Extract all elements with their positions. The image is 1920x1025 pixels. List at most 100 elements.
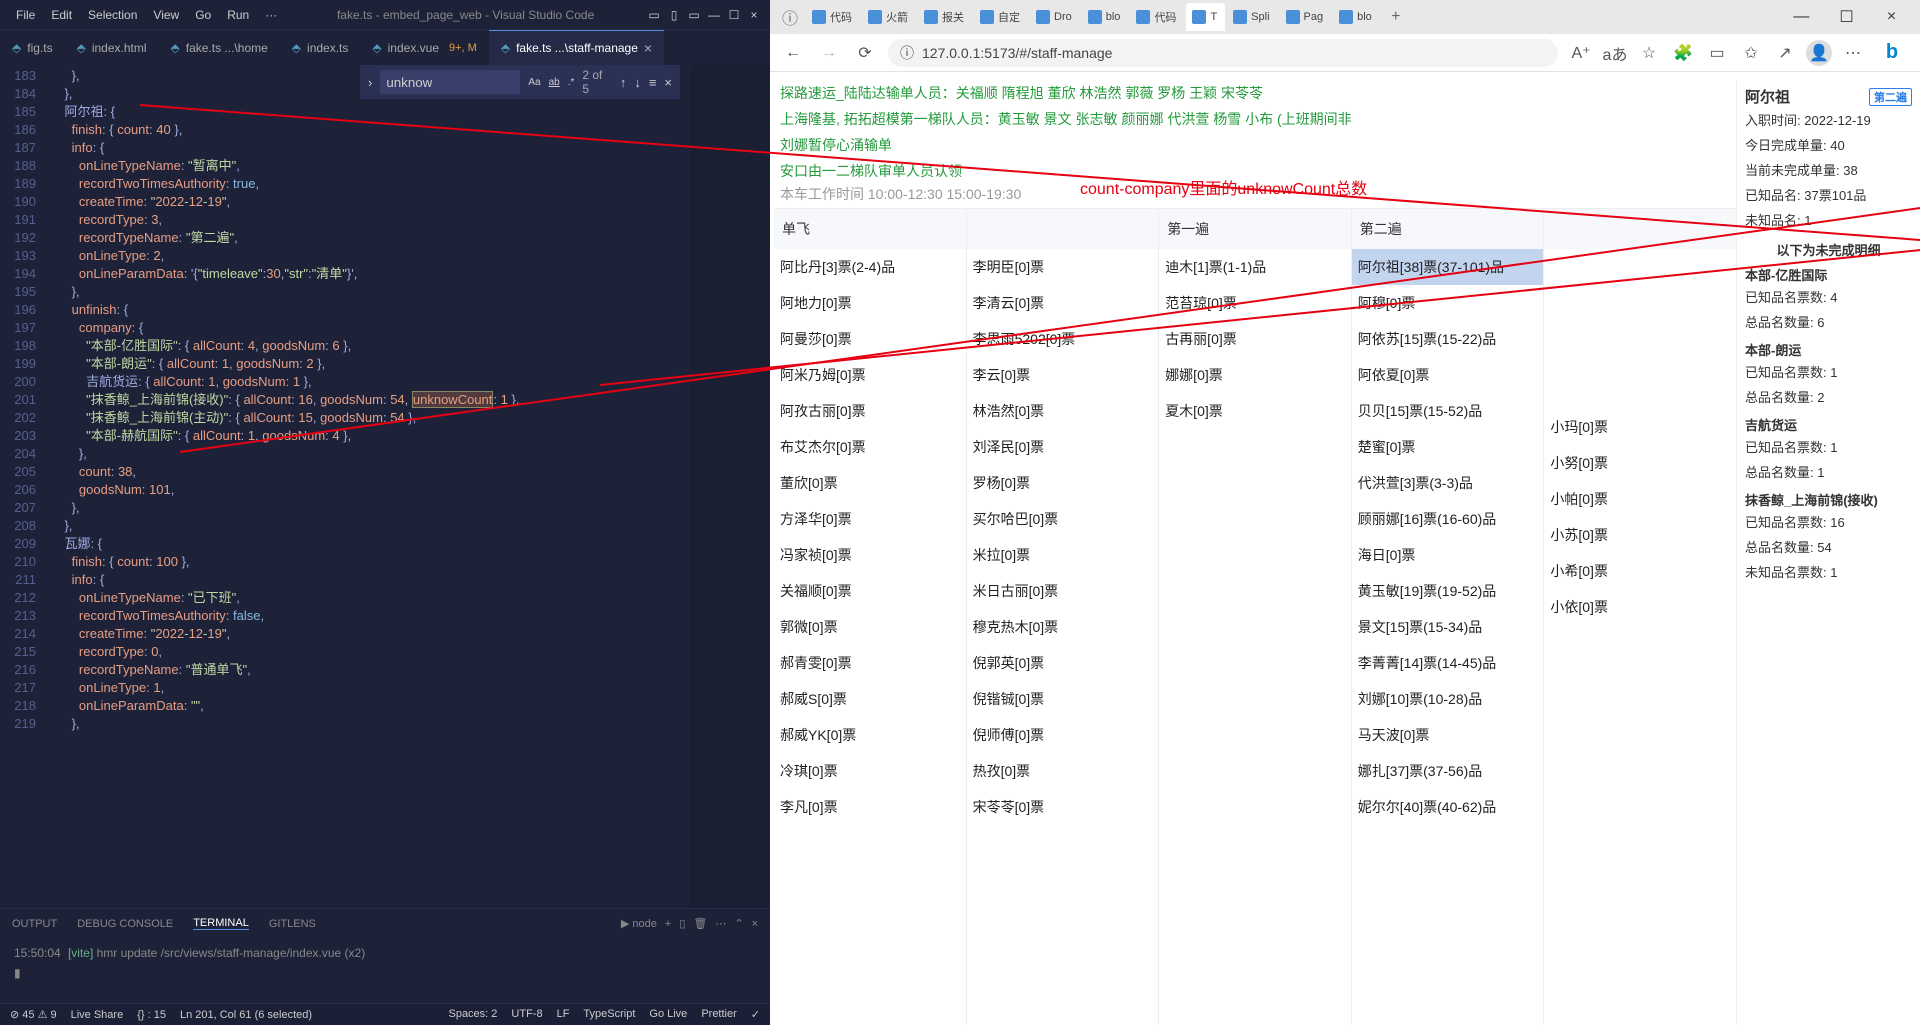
data-cell[interactable]: 马天波[0]票 (1352, 717, 1544, 753)
data-cell[interactable]: 代洪萱[3]票(3-3)品 (1352, 465, 1544, 501)
terminal[interactable]: 15:50:04 [vite] hmr update /src/views/st… (0, 938, 770, 1003)
minimize-icon[interactable]: — (706, 7, 722, 23)
data-cell[interactable]: 穆克热木[0]票 (967, 609, 1159, 645)
data-cell[interactable]: 阿地力[0]票 (774, 285, 966, 321)
editor-tab[interactable]: ⬘fake.ts ...\home (159, 30, 280, 65)
data-cell[interactable]: 顾丽娜[16]票(16-60)品 (1352, 501, 1544, 537)
data-cell[interactable]: 宋苓苓[0]票 (967, 789, 1159, 825)
browser-tab[interactable]: 报关 (918, 3, 972, 31)
data-cell[interactable] (1159, 557, 1351, 573)
address-bar[interactable]: ⓘ 127.0.0.1:5173/#/staff-manage (888, 39, 1558, 67)
close-icon[interactable]: × (1869, 0, 1914, 34)
data-cell[interactable]: 楚蜜[0]票 (1352, 429, 1544, 465)
data-cell[interactable]: 阿孜古丽[0]票 (774, 393, 966, 429)
data-cell[interactable]: 小希[0]票 (1544, 553, 1736, 589)
menu-edit[interactable]: Edit (43, 8, 80, 22)
data-cell[interactable] (1544, 281, 1736, 297)
browser-tab[interactable]: 火箭 (862, 3, 916, 31)
find-widget[interactable]: › Aa ab .* 2 of 5 ↑ ↓ ≡ × (360, 65, 680, 99)
data-cell[interactable]: 李菁菁[14]票(14-45)品 (1352, 645, 1544, 681)
data-cell[interactable] (1159, 525, 1351, 541)
chevron-up-icon[interactable]: ⌃ (734, 917, 743, 930)
data-cell[interactable] (1544, 249, 1736, 265)
layout-icon[interactable]: ▭ (686, 7, 702, 23)
status-item[interactable]: ✓ (751, 1008, 760, 1021)
data-cell[interactable]: 黄玉敏[19]票(19-52)品 (1352, 573, 1544, 609)
data-cell[interactable] (1544, 361, 1736, 377)
menu-file[interactable]: File (8, 8, 43, 22)
data-cell[interactable] (1159, 589, 1351, 605)
menu-go[interactable]: Go (187, 8, 219, 22)
prev-match-icon[interactable]: ↑ (620, 75, 627, 90)
panel-tab[interactable]: DEBUG CONSOLE (77, 918, 173, 930)
status-item[interactable]: Spaces: 2 (448, 1008, 497, 1021)
status-item[interactable]: Live Share (71, 1009, 124, 1021)
data-cell[interactable]: 迪木[1]票(1-1)品 (1159, 249, 1351, 285)
data-cell[interactable]: 夏木[0]票 (1159, 393, 1351, 429)
data-cell[interactable]: 郝威YK[0]票 (774, 717, 966, 753)
close-panel-icon[interactable]: × (752, 918, 758, 930)
data-cell[interactable]: 倪锴铖[0]票 (967, 681, 1159, 717)
data-cell[interactable]: 范苔琼[0]票 (1159, 285, 1351, 321)
data-cell[interactable]: 刘娜[10]票(10-28)品 (1352, 681, 1544, 717)
data-cell[interactable]: 小苏[0]票 (1544, 517, 1736, 553)
close-icon[interactable]: × (664, 75, 672, 90)
data-cell[interactable]: 罗杨[0]票 (967, 465, 1159, 501)
data-cell[interactable] (1159, 429, 1351, 445)
data-cell[interactable]: 买尔哈巴[0]票 (967, 501, 1159, 537)
data-cell[interactable] (1159, 493, 1351, 509)
data-cell[interactable] (1159, 461, 1351, 477)
data-cell[interactable]: 冯家祯[0]票 (774, 537, 966, 573)
data-cell[interactable] (1159, 477, 1351, 493)
match-word-icon[interactable]: ab (549, 77, 560, 88)
favorites-icon[interactable]: ✩ (1738, 40, 1764, 66)
data-cell[interactable]: 贝贝[15]票(15-52)品 (1352, 393, 1544, 429)
close-tab-icon[interactable]: × (644, 40, 652, 56)
translate-icon[interactable]: aあ (1602, 40, 1628, 66)
site-info-icon[interactable]: ⓘ (900, 43, 914, 63)
back-icon[interactable]: ← (780, 40, 806, 66)
editor-tab[interactable]: ⬘index.vue9+, M (360, 30, 488, 65)
data-cell[interactable]: 阿依苏[15]票(15-22)品 (1352, 321, 1544, 357)
data-cell[interactable]: 刘泽民[0]票 (967, 429, 1159, 465)
data-cell[interactable]: 妮尔尔[40]票(40-62)品 (1352, 789, 1544, 825)
data-cell[interactable]: 李凡[0]票 (774, 789, 966, 825)
data-cell[interactable] (1544, 377, 1736, 393)
data-cell[interactable] (1544, 265, 1736, 281)
cursor-position[interactable]: Ln 201, Col 61 (6 selected) (180, 1009, 312, 1021)
layout-icon[interactable]: ▯ (666, 7, 682, 23)
data-cell[interactable]: 郭微[0]票 (774, 609, 966, 645)
editor-tab[interactable]: ⬘index.ts (280, 30, 361, 65)
panel-tab[interactable]: TERMINAL (193, 917, 249, 930)
editor-tab[interactable]: ⬘fig.ts (0, 30, 65, 65)
chevron-right-icon[interactable]: › (368, 75, 372, 90)
data-cell[interactable] (1159, 573, 1351, 589)
maximize-icon[interactable]: ☐ (1824, 0, 1869, 34)
minimap[interactable] (690, 65, 770, 908)
find-options-icon[interactable]: ≡ (649, 75, 657, 90)
data-cell[interactable]: 阿穆[0]票 (1352, 285, 1544, 321)
status-item[interactable]: LF (557, 1008, 570, 1021)
browser-tab[interactable]: Dro (1030, 3, 1080, 31)
terminal-dropdown[interactable]: ▶ node (621, 917, 657, 930)
new-tab-button[interactable]: + (1382, 3, 1410, 31)
menu-view[interactable]: View (145, 8, 187, 22)
data-cell[interactable]: 海日[0]票 (1352, 537, 1544, 573)
data-cell[interactable]: 古再丽[0]票 (1159, 321, 1351, 357)
browser-tab[interactable]: blo (1333, 3, 1380, 31)
status-item[interactable]: ⊘ 45 ⚠ 9 (10, 1008, 57, 1021)
editor-tab[interactable]: ⬘index.html (65, 30, 159, 65)
status-item[interactable]: Go Live (649, 1008, 687, 1021)
more-icon[interactable]: ⋯ (715, 917, 726, 930)
data-cell[interactable]: 郝青雯[0]票 (774, 645, 966, 681)
trash-icon[interactable]: 🗑 (693, 917, 707, 930)
data-cell[interactable]: 景文[15]票(15-34)品 (1352, 609, 1544, 645)
data-cell[interactable] (1544, 345, 1736, 361)
data-cell[interactable]: 阿比丹[3]票(2-4)品 (774, 249, 966, 285)
minimize-icon[interactable]: — (1779, 0, 1824, 34)
browser-tab[interactable]: Pag (1280, 3, 1332, 31)
tab-info-icon[interactable]: ⓘ (776, 5, 804, 29)
data-cell[interactable]: 倪师傅[0]票 (967, 717, 1159, 753)
data-cell[interactable]: 董欣[0]票 (774, 465, 966, 501)
data-cell[interactable]: 小努[0]票 (1544, 445, 1736, 481)
